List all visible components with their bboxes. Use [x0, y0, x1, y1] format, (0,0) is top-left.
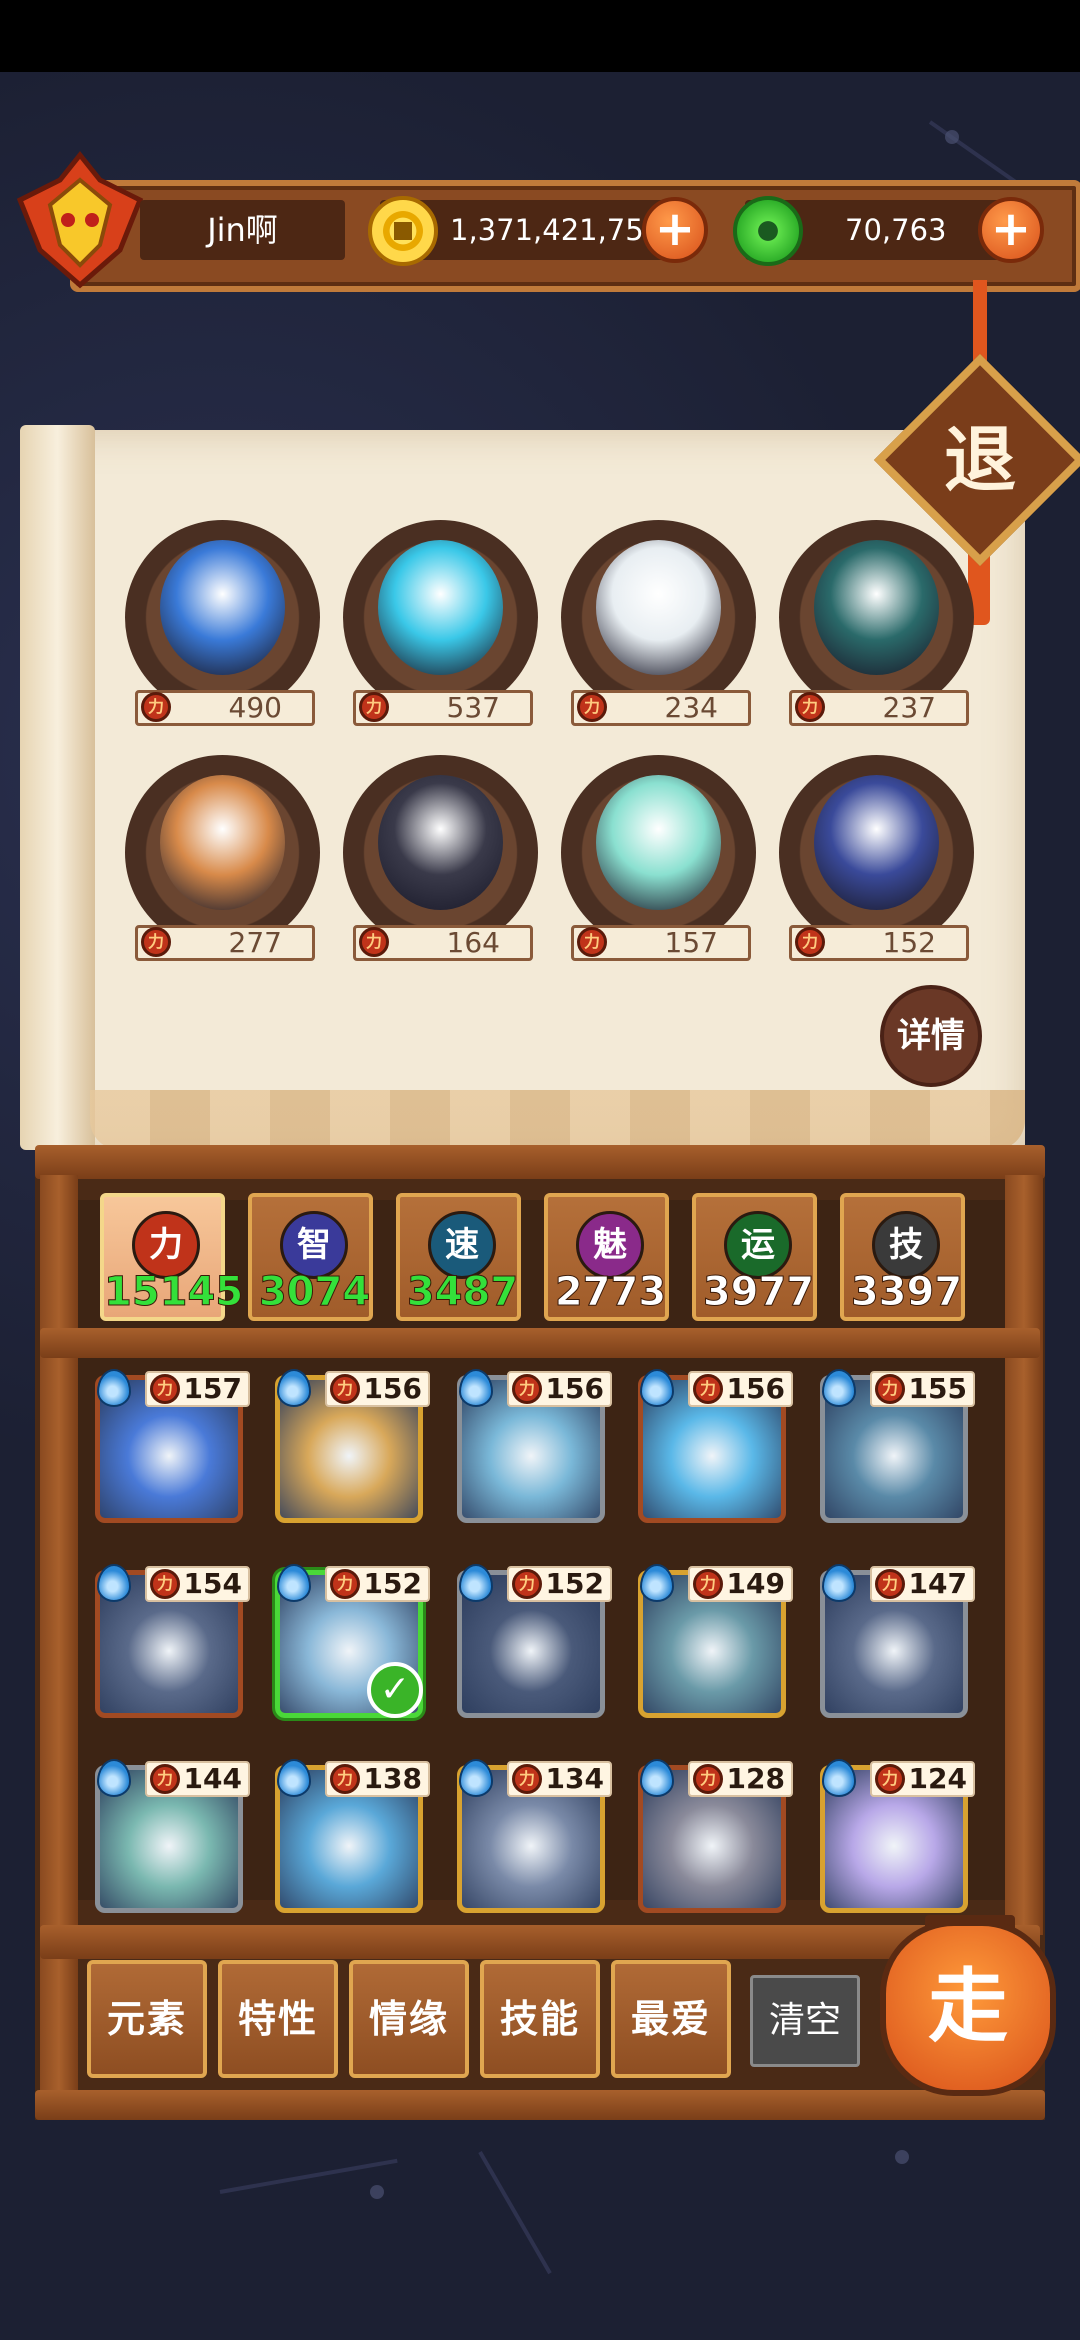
bottom-shelf-plank	[40, 1925, 1040, 1959]
filter-button[interactable]: 特性	[218, 1960, 338, 2078]
strength-icon: 力	[693, 1374, 723, 1404]
water-element-icon	[459, 1369, 493, 1407]
strength-icon: 力	[330, 1764, 360, 1794]
water-element-icon	[459, 1564, 493, 1602]
team-hero-portrait[interactable]	[596, 540, 721, 675]
team-hero-portrait[interactable]	[160, 775, 285, 910]
strength-icon: 力	[795, 927, 825, 957]
strength-icon: 力	[693, 1764, 723, 1794]
stat-shelf-plank	[40, 1328, 1040, 1358]
status-bar	[0, 0, 1080, 72]
stat-value: 3977	[702, 1269, 815, 1316]
strength-icon: 力	[577, 692, 607, 722]
stat-value: 3397	[850, 1269, 963, 1316]
exit-label[interactable]: 退	[905, 405, 1055, 515]
jade-amount: 70,763	[845, 213, 947, 247]
gold-coin-icon	[368, 196, 438, 266]
water-element-icon	[277, 1564, 311, 1602]
team-hero-portrait[interactable]	[596, 775, 721, 910]
team-hero-portrait[interactable]	[378, 540, 503, 675]
stat-tab[interactable]: 运 3977	[692, 1193, 817, 1321]
water-element-icon	[822, 1369, 856, 1407]
stat-tab[interactable]: 速 3487	[396, 1193, 521, 1321]
stat-value: 2773	[554, 1269, 667, 1316]
top-plank	[35, 1145, 1045, 1179]
player-name: Jin啊	[140, 200, 345, 260]
scroll-wave-border	[90, 1090, 1025, 1150]
strength-icon: 力	[359, 927, 389, 957]
base-plank	[35, 2090, 1045, 2120]
strength-icon: 力	[141, 692, 171, 722]
stat-tab[interactable]: 智 3074	[248, 1193, 373, 1321]
strength-icon: 力	[875, 1764, 905, 1794]
water-element-icon	[97, 1369, 131, 1407]
strength-icon: 力	[577, 927, 607, 957]
stat-value: 3487	[406, 1269, 519, 1316]
right-post	[1005, 1175, 1043, 1935]
strength-icon: 力	[359, 692, 389, 722]
strength-icon: 力	[150, 1374, 180, 1404]
player-avatar[interactable]	[10, 150, 150, 290]
scroll-roller	[20, 425, 95, 1150]
water-element-icon	[97, 1564, 131, 1602]
constellation-star	[370, 2185, 384, 2199]
water-element-icon	[640, 1759, 674, 1797]
water-element-icon	[640, 1369, 674, 1407]
water-element-icon	[822, 1759, 856, 1797]
strength-icon: 力	[512, 1374, 542, 1404]
team-hero-portrait[interactable]	[814, 540, 939, 675]
clear-button[interactable]: 清空	[750, 1975, 860, 2067]
water-element-icon	[277, 1759, 311, 1797]
go-button[interactable]: 走	[880, 1920, 1056, 2096]
add-coins-button[interactable]: +	[642, 197, 708, 263]
strength-icon: 力	[330, 1569, 360, 1599]
strength-icon: 力	[693, 1569, 723, 1599]
strength-icon: 力	[330, 1374, 360, 1404]
strength-icon: 力	[875, 1569, 905, 1599]
selected-check-icon: ✓	[367, 1662, 423, 1718]
filter-button[interactable]: 情缘	[349, 1960, 469, 2078]
strength-icon: 力	[150, 1764, 180, 1794]
stat-tab[interactable]: 技 3397	[840, 1193, 965, 1321]
team-hero-portrait[interactable]	[814, 775, 939, 910]
filter-button[interactable]: 最爱	[611, 1960, 731, 2078]
water-element-icon	[459, 1759, 493, 1797]
add-jade-button[interactable]: +	[978, 197, 1044, 263]
filter-button[interactable]: 技能	[480, 1960, 600, 2078]
coin-amount: 1,371,421,754	[450, 213, 663, 247]
strength-icon: 力	[150, 1569, 180, 1599]
strength-icon: 力	[795, 692, 825, 722]
strength-icon: 力	[512, 1569, 542, 1599]
water-element-icon	[277, 1369, 311, 1407]
constellation-star	[895, 2150, 909, 2164]
water-element-icon	[640, 1564, 674, 1602]
stat-value: 15145	[104, 1269, 244, 1316]
team-hero-portrait[interactable]	[160, 540, 285, 675]
stat-tab[interactable]: 力 15145	[100, 1193, 244, 1321]
strength-icon: 力	[875, 1374, 905, 1404]
stat-value: 3074	[258, 1269, 371, 1316]
constellation-star	[945, 130, 959, 144]
filter-button[interactable]: 元素	[87, 1960, 207, 2078]
detail-button[interactable]: 详情	[880, 985, 982, 1087]
water-element-icon	[97, 1759, 131, 1797]
stat-tab[interactable]: 魅 2773	[544, 1193, 669, 1321]
team-hero-portrait[interactable]	[378, 775, 503, 910]
jade-coin-icon	[733, 196, 803, 266]
strength-icon: 力	[141, 927, 171, 957]
water-element-icon	[822, 1564, 856, 1602]
strength-icon: 力	[512, 1764, 542, 1794]
